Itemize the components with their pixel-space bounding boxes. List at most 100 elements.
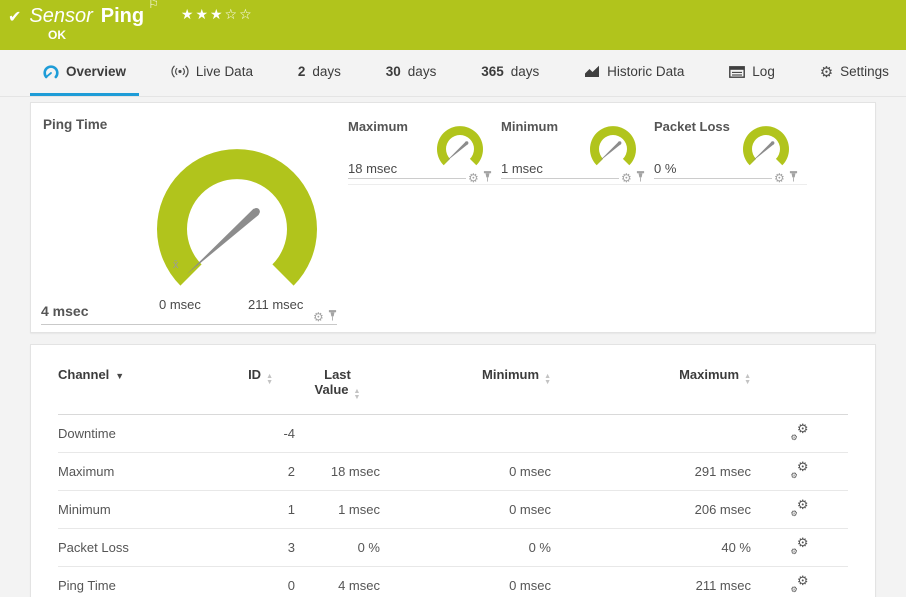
historic-data-icon (584, 65, 600, 78)
channel-last-value: 4 msec (295, 567, 380, 597)
ping-time-value: 4 msec (41, 303, 88, 319)
table-row: Ping Time 0 4 msec 0 msec 211 msec ⚙⚙ (58, 567, 848, 597)
channel-settings-icon[interactable]: ⚙⚙ (791, 576, 809, 592)
sensor-type-label: Sensor (29, 5, 92, 28)
tab-365-days[interactable]: 365 days (468, 50, 552, 96)
small-gauge-packet-loss: Packet Loss 0 % ⚙ (654, 119, 807, 185)
tab-label: days (408, 64, 437, 79)
channel-settings-icon[interactable]: ⚙⚙ (791, 500, 809, 516)
pin-icon[interactable] (483, 169, 492, 187)
gauge-settings-gear-icon[interactable]: ⚙ (621, 173, 632, 183)
pin-icon[interactable] (789, 169, 798, 187)
ping-time-gauge (151, 143, 323, 295)
tab-live-data[interactable]: Live Data (158, 50, 266, 96)
small-gauge-maximum: Maximum 18 msec ⚙ (348, 119, 501, 185)
average-marker: x̄ (173, 259, 179, 271)
small-gauge-minimum: Minimum 1 msec ⚙ (501, 119, 654, 185)
channel-name: Ping Time (58, 567, 205, 597)
tab-historic-data[interactable]: Historic Data (571, 50, 697, 96)
gear-icon: ⚙ (820, 63, 833, 81)
small-gauge-title: Minimum (501, 119, 558, 134)
table-row: Downtime -4 ⚙⚙ (58, 415, 848, 453)
channel-settings-icon[interactable]: ⚙⚙ (791, 538, 809, 554)
tab-label: Historic Data (607, 64, 684, 79)
divider (348, 178, 466, 179)
gauge-needle (187, 209, 260, 275)
tab-settings[interactable]: ⚙ Settings (807, 50, 902, 96)
tab-number: 2 (298, 64, 306, 79)
channel-maximum: 40 % (551, 529, 751, 567)
sort-icon: ▲▼ (266, 374, 273, 385)
gauge-scale-max: 211 msec (248, 297, 303, 312)
channel-minimum: 0 msec (380, 491, 551, 529)
channel-table: Channel▼ ID▲▼ Last Value▲▼ Minimum▲▼ Max… (58, 365, 848, 597)
flag-icon: ⚐ (148, 0, 159, 11)
channel-settings-icon[interactable]: ⚙⚙ (791, 424, 809, 440)
sort-icon: ▲▼ (544, 374, 551, 385)
tab-number: 365 (481, 64, 504, 79)
table-row: Maximum 2 18 msec 0 msec 291 msec ⚙⚙ (58, 453, 848, 491)
channel-name: Downtime (58, 415, 205, 453)
channel-last-value: 18 msec (295, 453, 380, 491)
channel-maximum: 291 msec (551, 453, 751, 491)
tab-bar: Overview Live Data 2 days 30 days 365 da… (0, 50, 906, 97)
live-data-icon (171, 65, 189, 78)
priority-stars[interactable]: ★★★☆☆ (181, 6, 254, 23)
status-badge: OK (48, 28, 66, 42)
status-check-icon: ✔ (8, 7, 21, 27)
column-header-id[interactable]: ID▲▼ (205, 365, 295, 415)
gauge-needle (598, 142, 621, 163)
small-gauge-value: 1 msec (501, 161, 543, 176)
tab-label: Settings (840, 64, 889, 79)
sensor-header: ✔ Sensor Ping ⚐ ★★★☆☆ OK (0, 0, 906, 50)
column-header-channel[interactable]: Channel▼ (58, 365, 205, 415)
gauge-settings-gear-icon[interactable]: ⚙ (313, 312, 324, 322)
channel-last-value: 1 msec (295, 491, 380, 529)
channel-last-value: 0 % (295, 529, 380, 567)
channel-name: Minimum (58, 491, 205, 529)
column-header-minimum[interactable]: Minimum▲▼ (380, 365, 551, 415)
table-row: Packet Loss 3 0 % 0 % 40 % ⚙⚙ (58, 529, 848, 567)
pin-icon[interactable] (328, 308, 337, 326)
tab-label: days (312, 64, 341, 79)
gauges-panel: Ping Time x̄ 0 msec 211 msec 4 msec ⚙ Ma… (30, 102, 876, 333)
channel-id: -4 (205, 415, 295, 453)
gauge-settings-gear-icon[interactable]: ⚙ (468, 173, 479, 183)
sort-icon: ▲▼ (744, 374, 751, 385)
column-header-actions (751, 365, 848, 415)
channels-panel: Channel▼ ID▲▼ Last Value▲▼ Minimum▲▼ Max… (30, 344, 876, 597)
gauge-settings-gear-icon[interactable]: ⚙ (774, 173, 785, 183)
channel-minimum (380, 415, 551, 453)
channel-name: Maximum (58, 453, 205, 491)
main-gauge-title: Ping Time (43, 117, 107, 132)
channel-maximum (551, 415, 751, 453)
tab-number: 30 (386, 64, 401, 79)
tab-label: days (511, 64, 540, 79)
tab-log[interactable]: Log (716, 50, 788, 96)
channel-id: 0 (205, 567, 295, 597)
divider (41, 324, 337, 325)
channel-maximum: 211 msec (551, 567, 751, 597)
channel-id: 2 (205, 453, 295, 491)
gauge-needle (445, 142, 468, 163)
column-header-maximum[interactable]: Maximum▲▼ (551, 365, 751, 415)
log-icon (729, 66, 745, 78)
channel-settings-icon[interactable]: ⚙⚙ (791, 462, 809, 478)
channel-maximum: 206 msec (551, 491, 751, 529)
channel-id: 3 (205, 529, 295, 567)
gauge-needle (751, 142, 774, 163)
column-header-last-value[interactable]: Last Value▲▼ (295, 365, 380, 415)
channel-id: 1 (205, 491, 295, 529)
tab-30-days[interactable]: 30 days (373, 50, 450, 96)
small-gauge-value: 18 msec (348, 161, 397, 176)
pin-icon[interactable] (636, 169, 645, 187)
tab-overview[interactable]: Overview (30, 50, 139, 96)
tab-2-days[interactable]: 2 days (285, 50, 354, 96)
gauge-icon (43, 65, 59, 79)
divider (654, 178, 772, 179)
small-gauge-title: Packet Loss (654, 119, 730, 134)
sensor-name: Ping (101, 5, 144, 28)
table-row: Minimum 1 1 msec 0 msec 206 msec ⚙⚙ (58, 491, 848, 529)
tab-label: Log (752, 64, 775, 79)
divider (501, 178, 619, 179)
